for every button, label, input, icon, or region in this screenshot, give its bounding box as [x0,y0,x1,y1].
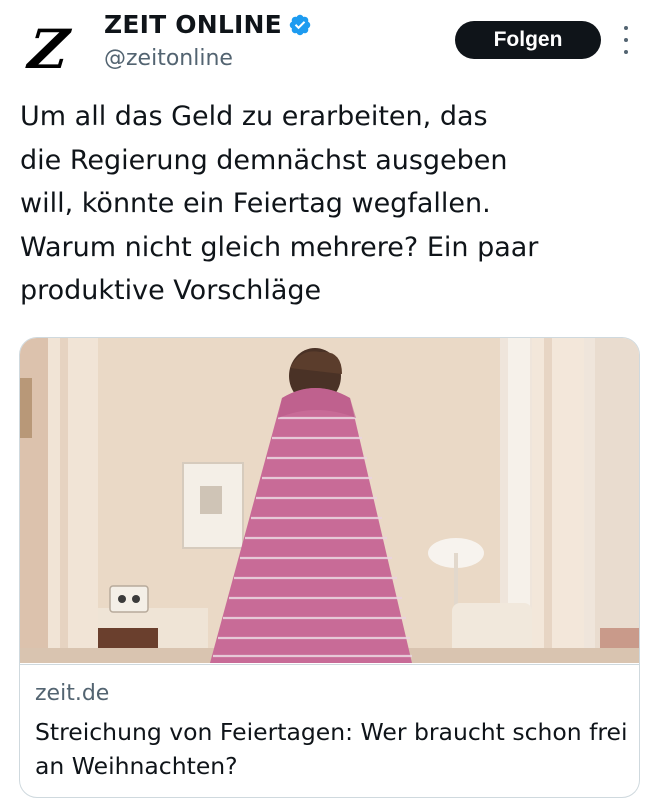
curtain [508,338,530,608]
handle[interactable]: @zeitonline [104,46,233,71]
follow-button[interactable]: Folgen [455,21,601,59]
tweet-text: Um all das Geld zu erarbeiten, das die R… [20,101,539,306]
more-dot [624,38,628,42]
avatar-logo-letter: Z [25,17,73,81]
name-row: ZEIT ONLINE [104,10,312,39]
right-door-frame [532,338,584,663]
card-image[interactable] [20,338,639,663]
more-vertical-icon[interactable] [614,26,638,54]
more-dot [624,26,628,30]
verified-badge-icon [289,14,311,35]
left-door-frame [48,338,98,663]
radio [109,585,149,613]
card-footer[interactable]: zeit.de Streichung von Feiertagen: Wer b… [20,664,639,797]
more-dot [624,50,628,54]
avatar[interactable]: Z [18,17,80,81]
display-name[interactable]: ZEIT ONLINE [104,10,282,39]
card-title: Streichung von Feiertagen: Wer braucht s… [35,718,628,780]
card-domain: zeit.de [35,681,110,706]
link-card[interactable]: zeit.de Streichung von Feiertagen: Wer b… [19,337,640,798]
tweet-header: Z ZEIT ONLINE @zeitonline Folgen [0,0,656,90]
